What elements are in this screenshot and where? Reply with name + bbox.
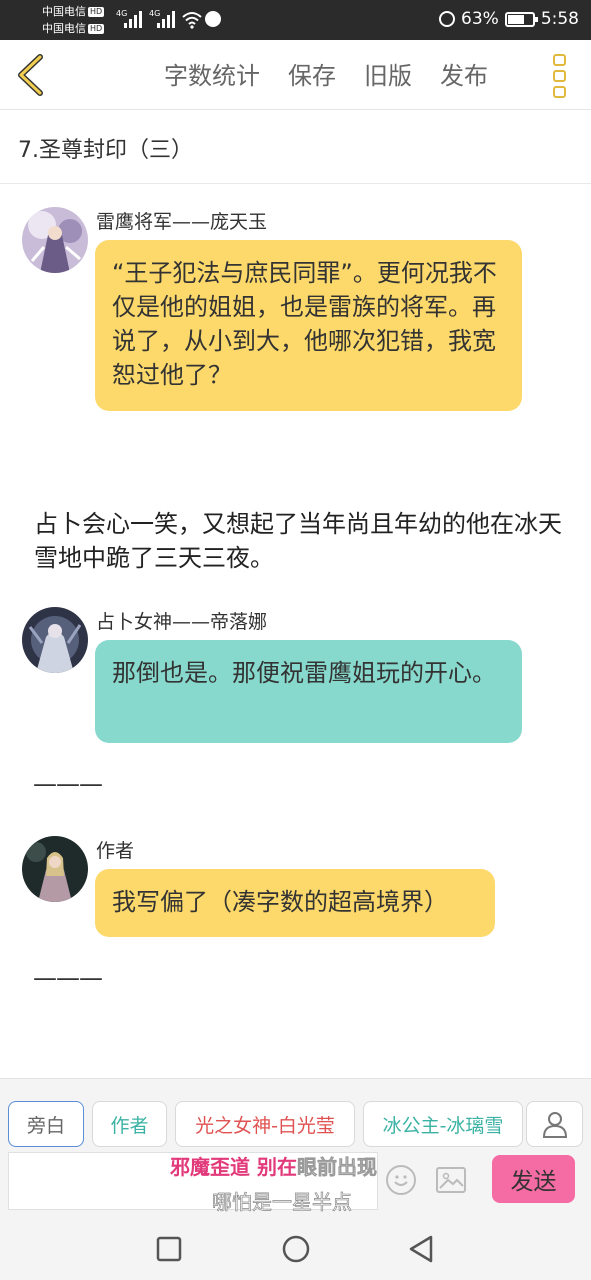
role-label: 冰公主-冰璃雪 <box>382 1114 504 1137</box>
overlay-rest: 眼前出现 <box>296 1155 378 1180</box>
overlay-highlight: 邪魔歪道 别在 <box>170 1155 297 1179</box>
separator-text[interactable]: ——— <box>33 770 103 798</box>
word-count-button[interactable]: 字数统计 <box>150 60 274 92</box>
avatar[interactable] <box>22 607 88 673</box>
separator-text[interactable]: ——— <box>33 964 103 992</box>
signal-icon <box>157 10 175 28</box>
save-button[interactable]: 保存 <box>274 60 350 92</box>
circle-icon[interactable] <box>281 1234 311 1264</box>
speaker-name: 占卜女神——帝落娜 <box>96 611 268 633</box>
carrier-2: 中国电信 <box>42 22 86 35</box>
role-selector-bar: 旁白 作者 光之女神-白光莹 冰公主-冰璃雪 <box>0 1078 591 1150</box>
publish-button[interactable]: 发布 <box>426 60 502 92</box>
send-button[interactable]: 发送 <box>492 1155 575 1203</box>
battery-percent: 63% <box>461 9 499 29</box>
person-icon <box>542 1112 567 1138</box>
triangle-back-icon[interactable] <box>407 1234 435 1264</box>
role-chip-light-goddess[interactable]: 光之女神-白光莹 <box>175 1101 355 1147</box>
alarm-icon <box>439 11 456 27</box>
hd-badge: HD <box>88 7 105 17</box>
clock: 5:58 <box>540 9 579 29</box>
carrier-info: 中国电信 HD 中国电信 HD <box>42 3 105 37</box>
role-label: 作者 <box>110 1114 149 1137</box>
image-icon[interactable] <box>436 1167 466 1193</box>
message-bubble[interactable]: “王子犯法与庶民同罪”。更何况我不仅是他的姐姐，也是雷族的将军。再说了，从小到大… <box>95 240 522 411</box>
more-menu-icon[interactable] <box>548 54 570 98</box>
system-nav-bar <box>0 1212 591 1280</box>
emoji-icon[interactable] <box>386 1165 416 1195</box>
square-icon[interactable] <box>156 1236 182 1262</box>
speaker-name: 雷鹰将军——庞天玉 <box>96 211 268 233</box>
hd-badge: HD <box>88 24 105 34</box>
role-chip-narrator[interactable]: 旁白 <box>8 1101 84 1147</box>
role-chip-author[interactable]: 作者 <box>92 1101 167 1147</box>
avatar[interactable] <box>22 836 88 902</box>
role-chip-ice-princess[interactable]: 冰公主-冰璃雪 <box>363 1101 523 1147</box>
role-label: 旁白 <box>26 1114 65 1137</box>
carrier-1: 中国电信 <box>42 5 86 18</box>
old-version-button[interactable]: 旧版 <box>350 60 426 92</box>
message-bubble[interactable]: 我写偏了（凑字数的超高境界） <box>95 869 495 937</box>
add-role-button[interactable] <box>526 1101 583 1147</box>
signal-icon <box>124 10 142 28</box>
editor-toolbar: 字数统计 保存 旧版 发布 <box>0 40 591 110</box>
speaker-name: 作者 <box>96 840 135 862</box>
chapter-title[interactable]: 7.圣尊封印（三） <box>18 132 193 164</box>
back-chevron-icon[interactable] <box>12 53 52 97</box>
wifi-icon <box>182 12 202 29</box>
avatar[interactable] <box>22 207 88 273</box>
battery-icon <box>504 11 538 27</box>
status-bar: 中国电信 HD 中国电信 HD 4G 4G 63% 5:58 <box>0 0 591 40</box>
globe-icon <box>205 11 221 27</box>
message-bubble[interactable]: 那倒也是。那便祝雷鹰姐玩的开心。 <box>95 640 522 743</box>
divider <box>0 183 591 184</box>
narration-text[interactable]: 占卜会心一笑，又想起了当年尚且年幼的他在冰天雪地中跪了三天三夜。 <box>34 507 574 575</box>
role-label: 光之女神-白光莹 <box>195 1114 335 1137</box>
overlay-lyric-line-2: 哪怕是一星半点 <box>212 1190 353 1215</box>
overlay-lyric-line-1: 邪魔歪道 别在眼前出现 <box>170 1151 377 1180</box>
